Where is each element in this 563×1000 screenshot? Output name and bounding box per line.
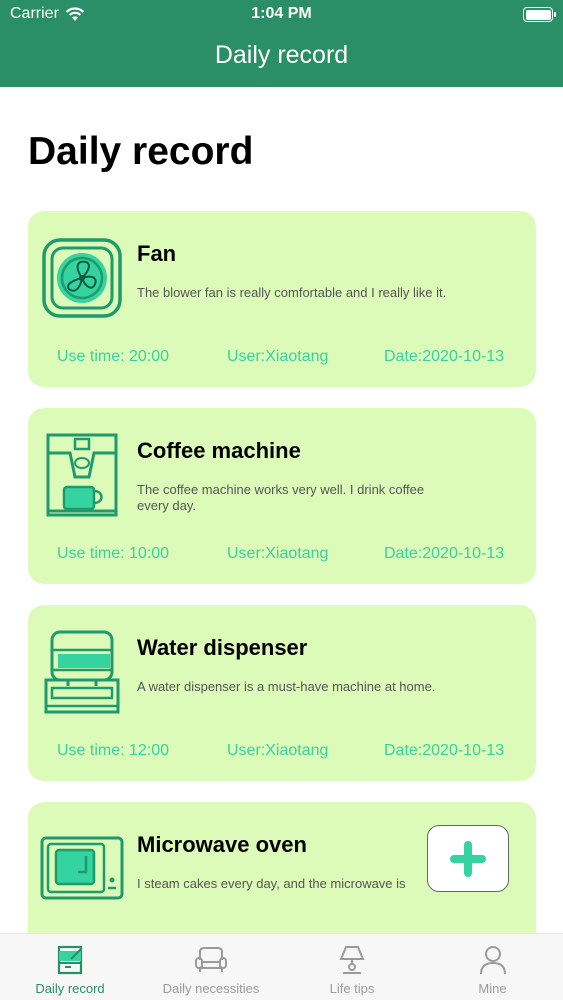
record-title: Microwave oven [137,832,307,857]
header: Carrier 1:04 PM Daily record [0,0,563,87]
record-description: The blower fan is really comfortable and… [137,285,447,300]
record-description: A water dispenser is a must-have machine… [137,679,436,694]
tab-label: Life tips [329,981,375,996]
status-bar: Carrier 1:04 PM [0,0,563,30]
lamp-icon [339,946,365,974]
add-record-button[interactable] [427,825,509,892]
record-date: Date:2020-10-13 [384,742,505,759]
record-user: User:Xiaotang [227,742,329,759]
tab-bar: Daily record Daily necessities Life tips [0,933,563,1000]
record-date: Date:2020-10-13 [384,348,505,365]
status-time: 1:04 PM [251,5,312,22]
record-use-time: Use time: 12:00 [57,742,170,759]
record-user: User:Xiaotang [227,545,329,562]
record-use-time: Use time: 20:00 [57,348,170,365]
record-date: Date:2020-10-13 [384,545,505,562]
record-card-coffee-machine[interactable]: Coffee machine The coffee machine works … [28,408,536,584]
record-title: Water dispenser [137,635,308,660]
tab-daily-record[interactable]: Daily record [0,934,140,1000]
microwave-oven-icon [40,836,124,900]
daily-record-icon [57,945,83,975]
tab-life-tips[interactable]: Life tips [282,934,422,1000]
plus-icon [450,840,486,877]
person-icon [479,946,506,975]
tab-label: Daily record [35,981,105,996]
page-title: Daily record [28,130,254,173]
battery-icon [523,7,556,22]
tab-daily-necessities[interactable]: Daily necessities [140,934,282,1000]
record-user: User:Xiaotang [227,348,329,365]
tab-mine[interactable]: Mine [422,934,563,1000]
fan-icon [42,238,122,318]
tab-label: Mine [478,981,507,996]
record-description: The coffee machine works very well. I dr… [137,482,425,513]
tab-label: Daily necessities [162,981,260,996]
sofa-icon [195,947,227,972]
record-title: Coffee machine [137,438,301,463]
coffee-machine-icon [46,433,118,517]
water-dispenser-icon [44,630,120,714]
record-title: Fan [137,241,177,266]
nav-title: Daily record [214,41,349,69]
record-card-water-dispenser[interactable]: Water dispenser A water dispenser is a m… [28,605,536,781]
record-card-fan[interactable]: Fan The blower fan is really comfortable… [28,211,536,387]
record-use-time: Use time: 10:00 [57,545,170,562]
